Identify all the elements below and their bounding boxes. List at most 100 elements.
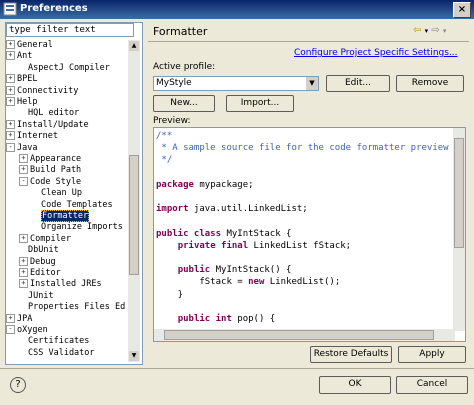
expand-icon[interactable]: + xyxy=(6,51,15,61)
tree-item-label: DbUnit xyxy=(28,245,59,256)
code-token: import xyxy=(156,204,189,215)
active-profile-label: Active profile: xyxy=(153,62,216,72)
leaf-spacer xyxy=(19,349,26,356)
leaf-spacer xyxy=(32,212,39,219)
code-token: MyIntStack() { xyxy=(210,265,292,276)
code-token: } xyxy=(156,289,184,300)
expand-icon[interactable]: + xyxy=(19,256,28,266)
tree-item-label: Appearance xyxy=(30,154,82,164)
tree-item[interactable]: Code Templates xyxy=(32,200,113,211)
tree-item-label: General xyxy=(17,40,53,50)
new-button[interactable]: New... xyxy=(153,95,215,112)
dropdown-icon[interactable]: ▾ xyxy=(443,27,447,35)
preference-tree: + General + Ant AspectJ Compiler + BPEL + Connec… xyxy=(6,40,126,360)
leaf-spacer xyxy=(32,201,39,208)
back-icon[interactable]: ⇦ xyxy=(413,25,421,36)
tree-item-label: Code Style xyxy=(30,176,82,187)
scroll-down-icon[interactable]: ▼ xyxy=(129,351,139,361)
dropdown-icon[interactable]: ▾ xyxy=(425,27,429,35)
code-token: fStack = xyxy=(156,277,249,288)
profile-select[interactable]: MyStyle ▼ xyxy=(153,76,319,91)
tree-item[interactable]: HQL editor xyxy=(19,108,79,119)
restore-defaults-button[interactable]: Restore Defaults xyxy=(310,346,392,363)
tree-item[interactable]: Properties Files Ed xyxy=(19,302,125,313)
code-token: new xyxy=(248,277,265,288)
tree-item-label: JUnit xyxy=(28,290,54,301)
tree-item[interactable]: Certificates xyxy=(19,336,89,347)
expand-icon[interactable]: + xyxy=(6,85,15,95)
preview-vscroll-thumb[interactable] xyxy=(454,138,464,248)
expand-icon[interactable]: + xyxy=(6,119,15,129)
expand-icon[interactable]: + xyxy=(19,279,28,289)
collapse-icon[interactable]: - xyxy=(6,325,15,334)
tree-item[interactable]: - oXygen xyxy=(6,325,48,336)
tree-item[interactable]: + JPA xyxy=(6,313,32,325)
expand-icon[interactable]: + xyxy=(19,268,28,277)
expand-icon[interactable]: + xyxy=(19,165,28,175)
tree-item[interactable]: + Debug xyxy=(19,256,56,268)
tree-item[interactable]: - Code Style xyxy=(19,176,82,188)
tree-item[interactable]: + BPEL xyxy=(6,74,37,85)
preview-vscrollbar[interactable] xyxy=(453,128,465,331)
tree-item[interactable]: + Editor xyxy=(19,268,61,279)
scroll-up-icon[interactable]: ▲ xyxy=(129,41,139,51)
expand-icon[interactable]: + xyxy=(6,313,15,323)
history-nav[interactable]: ⇦ ▾ ⇨ ▾ xyxy=(413,25,446,36)
collapse-icon[interactable]: - xyxy=(6,142,15,152)
expand-icon[interactable]: + xyxy=(6,40,15,49)
tree-item[interactable]: AspectJ Compiler xyxy=(19,63,110,74)
tree-item[interactable]: + Compiler xyxy=(19,233,71,245)
tree-item[interactable]: Formatter xyxy=(32,210,90,222)
remove-button[interactable]: Remove xyxy=(396,75,464,92)
help-icon[interactable]: ? xyxy=(10,377,26,393)
cancel-button[interactable]: Cancel xyxy=(396,376,468,394)
tree-item[interactable]: + Installed JREs xyxy=(19,279,102,290)
expand-icon[interactable]: + xyxy=(19,233,28,243)
apply-button[interactable]: Apply xyxy=(398,346,466,363)
tree-item-label: Organize Imports xyxy=(41,222,123,233)
code-line: public MyIntStack() { xyxy=(156,264,465,276)
tree-scroll-thumb[interactable] xyxy=(129,155,139,275)
leaf-spacer xyxy=(19,64,26,71)
code-token: private final xyxy=(177,240,249,251)
tree-item-label: HQL editor xyxy=(28,108,80,119)
tree-item[interactable]: + Install/Update xyxy=(6,119,89,131)
chevron-down-icon[interactable]: ▼ xyxy=(306,77,318,90)
preview-hscrollbar[interactable] xyxy=(154,329,455,341)
expand-icon[interactable]: + xyxy=(6,131,15,141)
expand-icon[interactable]: + xyxy=(19,154,28,163)
tree-item[interactable]: DbUnit xyxy=(19,245,59,256)
tree-item[interactable]: + General xyxy=(6,40,53,51)
tree-item[interactable]: JUnit xyxy=(19,291,54,302)
tree-scrollbar[interactable]: ▲ ▼ xyxy=(128,40,140,362)
dialog-buttons: ? OK Cancel xyxy=(0,368,474,405)
filter-input[interactable] xyxy=(6,23,134,37)
project-settings-link[interactable]: Configure Project Specific Settings... xyxy=(294,48,458,58)
forward-icon[interactable]: ⇨ xyxy=(431,25,439,36)
preview-hscroll-thumb[interactable] xyxy=(164,330,434,340)
tree-item[interactable]: + Ant xyxy=(6,51,32,62)
tree-item[interactable]: + Help xyxy=(6,97,37,108)
tree-item[interactable]: + Connectivity xyxy=(6,85,78,97)
tree-item[interactable]: + Appearance xyxy=(19,154,81,165)
tree-item[interactable]: - Java xyxy=(6,142,37,154)
collapse-icon[interactable]: - xyxy=(19,176,28,186)
tree-item[interactable]: + Internet xyxy=(6,131,58,142)
edit-button[interactable]: Edit... xyxy=(326,75,390,92)
window-title: Preferences xyxy=(20,3,88,14)
tree-item[interactable]: CSS Validator xyxy=(19,348,95,359)
leaf-spacer xyxy=(32,189,39,196)
import-button[interactable]: Import... xyxy=(226,95,294,112)
tree-item[interactable]: Clean Up xyxy=(32,188,82,199)
tree-item-label: Clean Up xyxy=(41,188,82,199)
close-button[interactable]: × xyxy=(453,2,471,18)
code-token: public xyxy=(177,265,211,276)
tree-item[interactable]: + Build Path xyxy=(19,165,81,176)
ok-button[interactable]: OK xyxy=(319,376,391,394)
expand-icon[interactable]: + xyxy=(6,97,15,106)
tree-item-label: Internet xyxy=(17,131,58,142)
preview-area[interactable]: /** * A sample source file for the code … xyxy=(153,127,466,342)
tree-item[interactable]: Organize Imports xyxy=(32,222,123,233)
expand-icon[interactable]: + xyxy=(6,74,15,84)
